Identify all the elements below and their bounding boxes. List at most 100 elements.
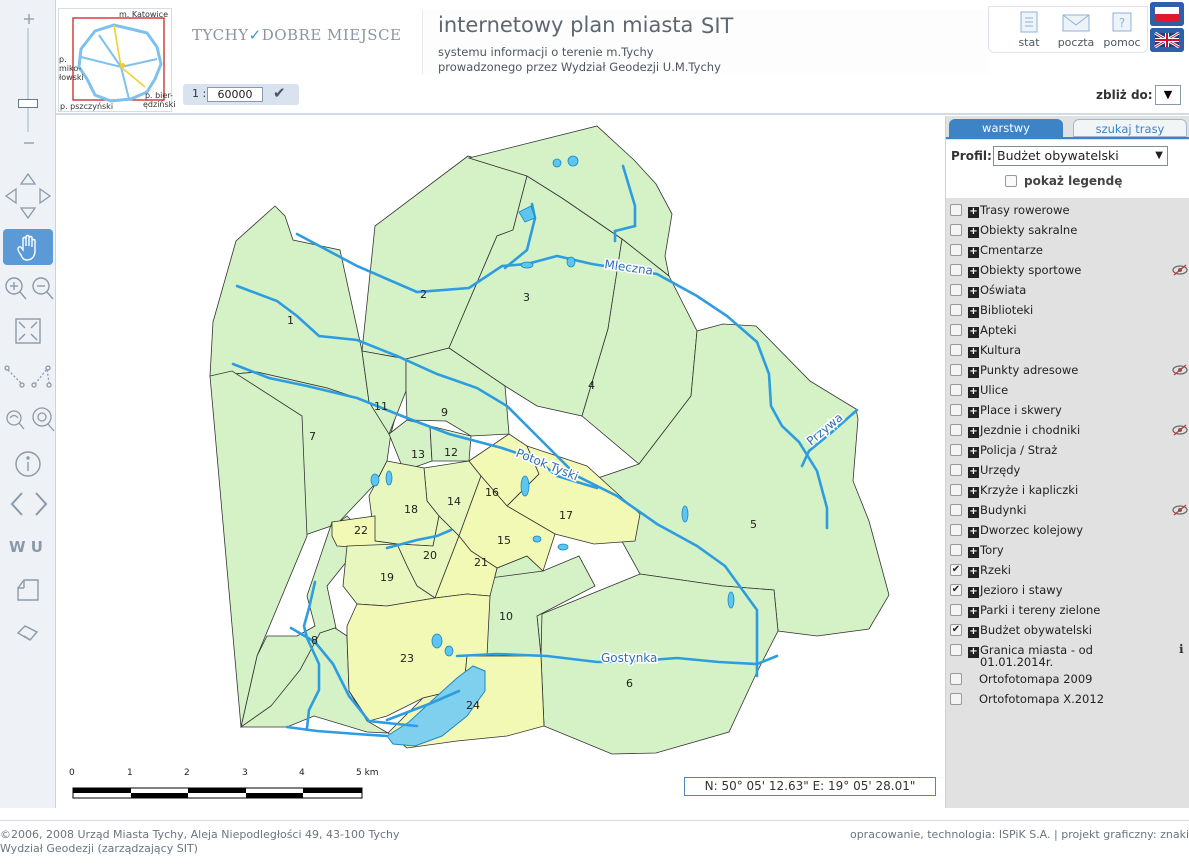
zoom-to-dropdown[interactable]: ▼ [1155, 85, 1181, 105]
layer-row[interactable]: + Budynki [946, 500, 1189, 520]
layer-row[interactable]: + Urzędy [946, 460, 1189, 480]
tab-layers[interactable]: warstwy [949, 119, 1063, 137]
layer-checkbox[interactable] [950, 424, 962, 436]
layer-row[interactable]: + Jezdnie i chodniki [946, 420, 1189, 440]
visibility-eye-icon[interactable] [1172, 364, 1188, 376]
overview-map[interactable]: m. Katowice p. miko-łowski p. pszczyński… [58, 8, 176, 112]
zoom-out-icon[interactable] [31, 276, 55, 302]
expand-plus-icon[interactable]: + [968, 587, 979, 598]
scale-apply-checkmark-icon[interactable]: ✔ [273, 84, 286, 102]
expand-plus-icon[interactable]: + [968, 267, 979, 278]
layer-checkbox[interactable]: ✔ [950, 584, 962, 596]
layer-row[interactable]: + Biblioteki [946, 300, 1189, 320]
expand-plus-icon[interactable]: + [968, 427, 979, 438]
layer-checkbox[interactable] [950, 484, 962, 496]
search-object-icon[interactable] [4, 407, 26, 433]
info-icon[interactable]: ℹ [1179, 642, 1184, 656]
expand-plus-icon[interactable]: + [968, 367, 979, 378]
expand-plus-icon[interactable]: + [968, 607, 979, 618]
zoom-out-small-icon[interactable] [22, 136, 36, 150]
expand-plus-icon[interactable]: + [968, 207, 979, 218]
layer-checkbox[interactable] [950, 464, 962, 476]
layer-row-city-border[interactable]: + Granica miasta - od 01.01.2014r. ℹ [946, 640, 1189, 669]
expand-plus-icon[interactable]: + [968, 547, 979, 558]
layer-row[interactable]: + Obiekty sakralne [946, 220, 1189, 240]
layer-checkbox[interactable] [950, 344, 962, 356]
layer-checkbox[interactable] [950, 304, 962, 316]
pan-hand-tool[interactable] [3, 229, 53, 265]
print-icon[interactable] [14, 578, 42, 604]
layer-checkbox[interactable]: ✔ [950, 564, 962, 576]
info-icon[interactable] [14, 450, 42, 478]
layer-checkbox[interactable] [950, 524, 962, 536]
expand-plus-icon[interactable]: + [968, 447, 979, 458]
stat-button[interactable]: stat [1004, 10, 1054, 49]
layer-checkbox[interactable] [950, 324, 962, 336]
city-map[interactable]: 1 2 3 4 5 6 7 8 9 10 11 12 13 14 15 16 1… [57, 116, 945, 808]
zoom-slider-track[interactable] [27, 28, 31, 132]
layer-row[interactable]: + Ulice [946, 380, 1189, 400]
search-area-icon[interactable] [30, 405, 56, 433]
expand-plus-icon[interactable]: + [968, 287, 979, 298]
layer-row[interactable]: + Punkty adresowe [946, 360, 1189, 380]
zoom-in-icon[interactable] [4, 276, 28, 302]
expand-plus-icon[interactable]: + [968, 627, 979, 638]
layer-row-ortho-2012[interactable]: Ortofotomapa X.2012 [946, 689, 1189, 709]
show-legend-checkbox[interactable] [1005, 175, 1017, 187]
layer-row[interactable]: + Cmentarze [946, 240, 1189, 260]
expand-plus-icon[interactable]: + [968, 647, 979, 658]
layer-checkbox[interactable] [950, 224, 962, 236]
layer-checkbox[interactable] [950, 544, 962, 556]
tab-search-routes[interactable]: szukaj trasy [1073, 119, 1187, 137]
visibility-eye-icon[interactable] [1172, 504, 1188, 516]
pan-arrows-icon[interactable] [4, 172, 52, 220]
layer-row[interactable]: + Tory [946, 540, 1189, 560]
layer-checkbox[interactable] [950, 444, 962, 456]
layer-checkbox[interactable] [950, 384, 962, 396]
wu-tool-icon[interactable]: W U [9, 538, 43, 556]
visibility-eye-icon[interactable] [1172, 424, 1188, 436]
expand-plus-icon[interactable]: + [968, 507, 979, 518]
expand-plus-icon[interactable]: + [968, 247, 979, 258]
layer-row[interactable]: + Oświata [946, 280, 1189, 300]
expand-plus-icon[interactable]: + [968, 487, 979, 498]
layer-checkbox[interactable] [950, 204, 962, 216]
expand-plus-icon[interactable]: + [968, 387, 979, 398]
expand-plus-icon[interactable]: + [968, 467, 979, 478]
layer-row[interactable]: ✔ + Rzeki [946, 560, 1189, 580]
layer-row[interactable]: + Kultura [946, 340, 1189, 360]
mail-button[interactable]: poczta [1051, 10, 1101, 49]
layer-checkbox[interactable] [950, 264, 962, 276]
layer-checkbox[interactable]: ✔ [950, 624, 962, 636]
visibility-eye-icon[interactable] [1172, 264, 1188, 276]
zoom-in-small-icon[interactable] [22, 12, 36, 26]
previous-next-view-icon[interactable] [8, 490, 50, 518]
layer-row[interactable]: ✔ + Jezioro i stawy [946, 580, 1189, 600]
layer-checkbox[interactable] [950, 644, 962, 656]
layer-row[interactable]: + Policja / Straż [946, 440, 1189, 460]
expand-plus-icon[interactable]: + [968, 567, 979, 578]
layer-checkbox[interactable] [950, 364, 962, 376]
layer-row[interactable]: + Apteki [946, 320, 1189, 340]
measure-distance-icon[interactable] [4, 364, 26, 390]
expand-plus-icon[interactable]: + [968, 227, 979, 238]
layer-row[interactable]: + Krzyże i kapliczki [946, 480, 1189, 500]
layer-row[interactable]: + Dworzec kolejowy [946, 520, 1189, 540]
layer-row[interactable]: + Parki i tereny zielone [946, 600, 1189, 620]
measure-area-icon[interactable] [30, 364, 54, 390]
expand-plus-icon[interactable]: + [968, 527, 979, 538]
help-button[interactable]: ? pomoc [1097, 10, 1147, 49]
scale-input[interactable]: 60000 [207, 87, 263, 102]
expand-plus-icon[interactable]: + [968, 327, 979, 338]
layer-checkbox[interactable] [950, 504, 962, 516]
layer-row[interactable]: + Trasy rowerowe [946, 200, 1189, 220]
full-extent-icon[interactable] [15, 318, 41, 344]
layer-checkbox[interactable] [950, 284, 962, 296]
layer-row[interactable]: + Place i skwery [946, 400, 1189, 420]
eraser-icon[interactable] [16, 624, 40, 644]
layer-row-ortho-2009[interactable]: Ortofotomapa 2009 [946, 669, 1189, 689]
expand-plus-icon[interactable]: + [968, 347, 979, 358]
profile-dropdown[interactable]: Budżet obywatelski ▼ [993, 146, 1168, 166]
layer-checkbox[interactable] [950, 604, 962, 616]
layer-checkbox[interactable] [950, 404, 962, 416]
